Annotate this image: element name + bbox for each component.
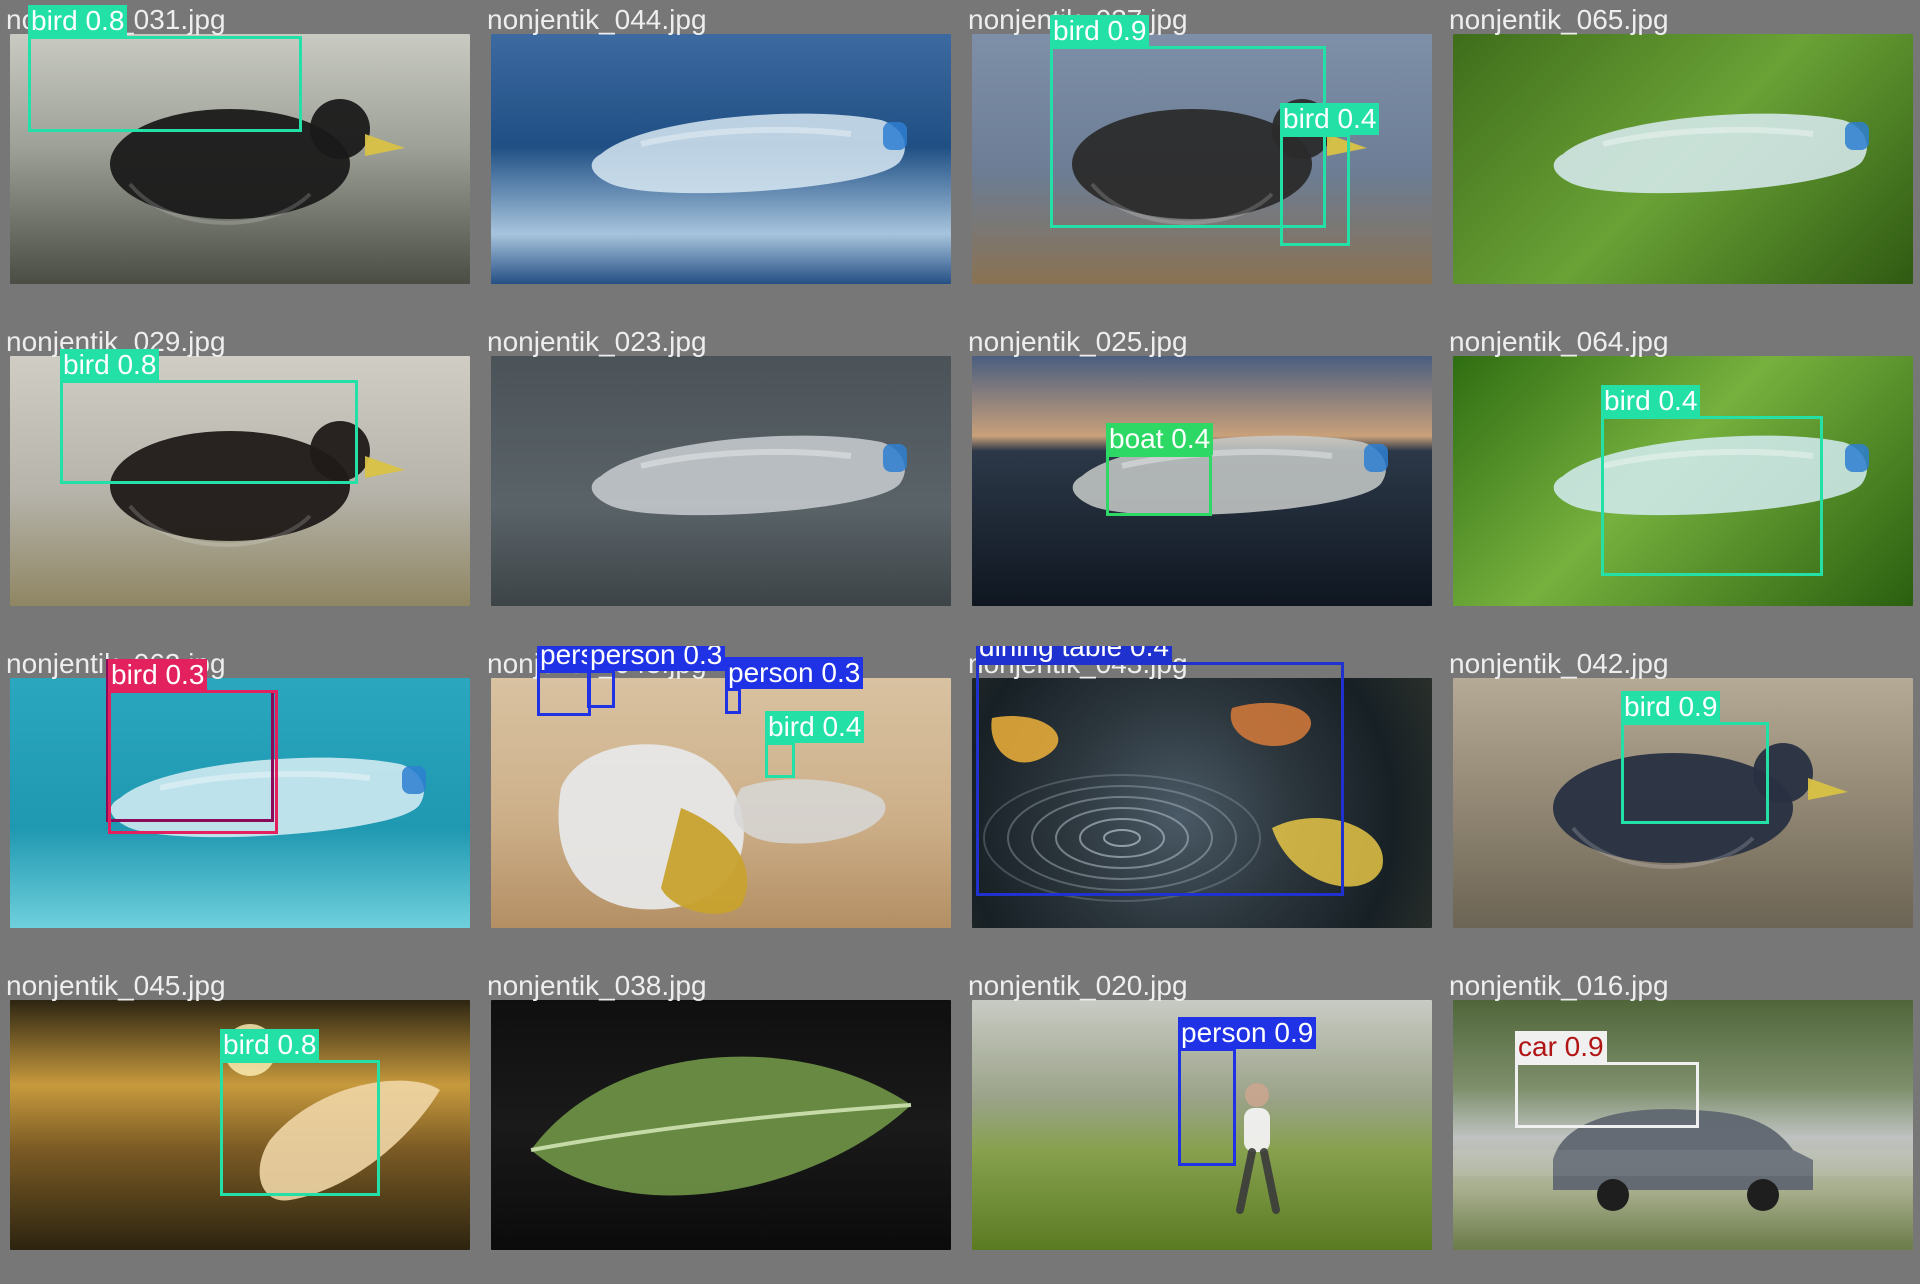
image-tile[interactable]: nonjentik_043.jpg dining table 0.4 <box>964 646 1440 962</box>
image-tile[interactable]: nonjentik_029.jpg bird 0.8 <box>2 324 478 640</box>
detection-label: person 0.9 <box>1178 1017 1317 1049</box>
image-filename: nonjentik_064.jpg <box>1449 326 1669 357</box>
detection-label: dining table 0.4 <box>976 646 1172 663</box>
photo-subject <box>1553 113 1869 194</box>
detection-label: boat 0.4 <box>1106 423 1214 455</box>
detection-box: bird 0.4 <box>1601 385 1823 576</box>
image-tile[interactable]: nonjentik_045.jpgbird 0.8 <box>2 968 478 1284</box>
image-thumbnail <box>491 34 951 284</box>
detection-label: car 0.9 <box>1515 1031 1607 1063</box>
detection-label: bird 0.4 <box>1280 103 1380 135</box>
detection-box: person 0.3 <box>725 657 864 714</box>
image-tile[interactable]: nonjentik_064.jpgbird 0.4 <box>1445 324 1920 640</box>
image-filename: nonjentik_044.jpg <box>487 4 707 35</box>
image-filename: nonjentik_023.jpg <box>487 326 707 357</box>
photo-subject <box>530 1056 912 1196</box>
image-tile[interactable]: nonjentik_016.jpgcar 0.9 <box>1445 968 1920 1284</box>
image-tile[interactable]: nonjentik_023.jpg <box>483 324 959 640</box>
image-filename: nonjentik_038.jpg <box>487 970 707 1001</box>
detection-label: bird 0.3 <box>108 659 208 691</box>
photo-subject <box>591 435 907 516</box>
detection-box: bird 0.9 <box>1621 691 1769 824</box>
detection-box: bird 0.8 <box>28 5 302 132</box>
detection-box: bird 0.3 <box>108 659 278 834</box>
detection-box: person 0.5 <box>537 646 676 716</box>
results-grid: nonjentik_031.jpgbird 0.8 nonjentik_044.j… <box>0 0 1920 1284</box>
image-tile[interactable]: nonjentik_031.jpgbird 0.8 <box>2 2 478 318</box>
detection-box: boat 0.4 <box>1106 423 1214 516</box>
image-thumbnail <box>491 1000 951 1250</box>
detection-box: bird 0.4 <box>1280 103 1380 246</box>
image-tile[interactable]: nonjentik_043.jpgperson 0.5person 0.3per… <box>483 646 959 962</box>
detection-label: bird 0.9 <box>1621 691 1721 723</box>
image-tile[interactable]: nonjentik_042.jpgbird 0.9 <box>1445 646 1920 962</box>
detection-box: dining table 0.4 <box>976 646 1344 896</box>
image-thumbnail <box>1453 34 1913 284</box>
image-filename: nonjentik_045.jpg <box>6 970 226 1001</box>
image-tile[interactable]: nonjentik_037.jpgbird 0.9bird 0.4 <box>964 2 1440 318</box>
detection-box: bird 0.4 <box>765 711 865 778</box>
image-tile[interactable]: nonjentik_038.jpg <box>483 968 959 1284</box>
image-filename: nonjentik_042.jpg <box>1449 648 1669 679</box>
detection-label: person 0.3 <box>725 657 864 689</box>
detection-label: person 0.3 <box>587 646 726 671</box>
detection-label: bird 0.8 <box>60 349 160 381</box>
detection-label: bird 0.8 <box>28 5 128 37</box>
detection-label: bird 0.8 <box>220 1029 320 1061</box>
detection-box: car 0.9 <box>1515 1031 1699 1128</box>
image-tile[interactable]: nonjentik_065.jpg <box>1445 2 1920 318</box>
photo-subject <box>591 113 907 194</box>
detection-box: person 0.9 <box>1178 1017 1317 1166</box>
detection-box: bird 0.8 <box>220 1029 380 1196</box>
image-tile[interactable]: nonjentik_044.jpg <box>483 2 959 318</box>
image-tile[interactable]: nonjentik_025.jpgboat 0.4 <box>964 324 1440 640</box>
image-filename: nonjentik_065.jpg <box>1449 4 1669 35</box>
image-thumbnail <box>491 356 951 606</box>
detection-label: bird 0.9 <box>1050 15 1150 47</box>
detection-box: bird 0.8 <box>60 349 358 484</box>
image-tile[interactable]: nonjentik_020.jpgperson 0.9 <box>964 968 1440 1284</box>
image-filename: nonjentik_025.jpg <box>968 326 1188 357</box>
detection-label: bird 0.4 <box>1601 385 1701 417</box>
detection-label: bird 0.4 <box>765 711 865 743</box>
image-filename: nonjentik_016.jpg <box>1449 970 1669 1001</box>
detection-box: person 0.3 <box>587 646 726 708</box>
image-filename: nonjentik_020.jpg <box>968 970 1188 1001</box>
image-tile[interactable]: nonjentik_062.jpgdog 0.3bird 0.3 <box>2 646 478 962</box>
